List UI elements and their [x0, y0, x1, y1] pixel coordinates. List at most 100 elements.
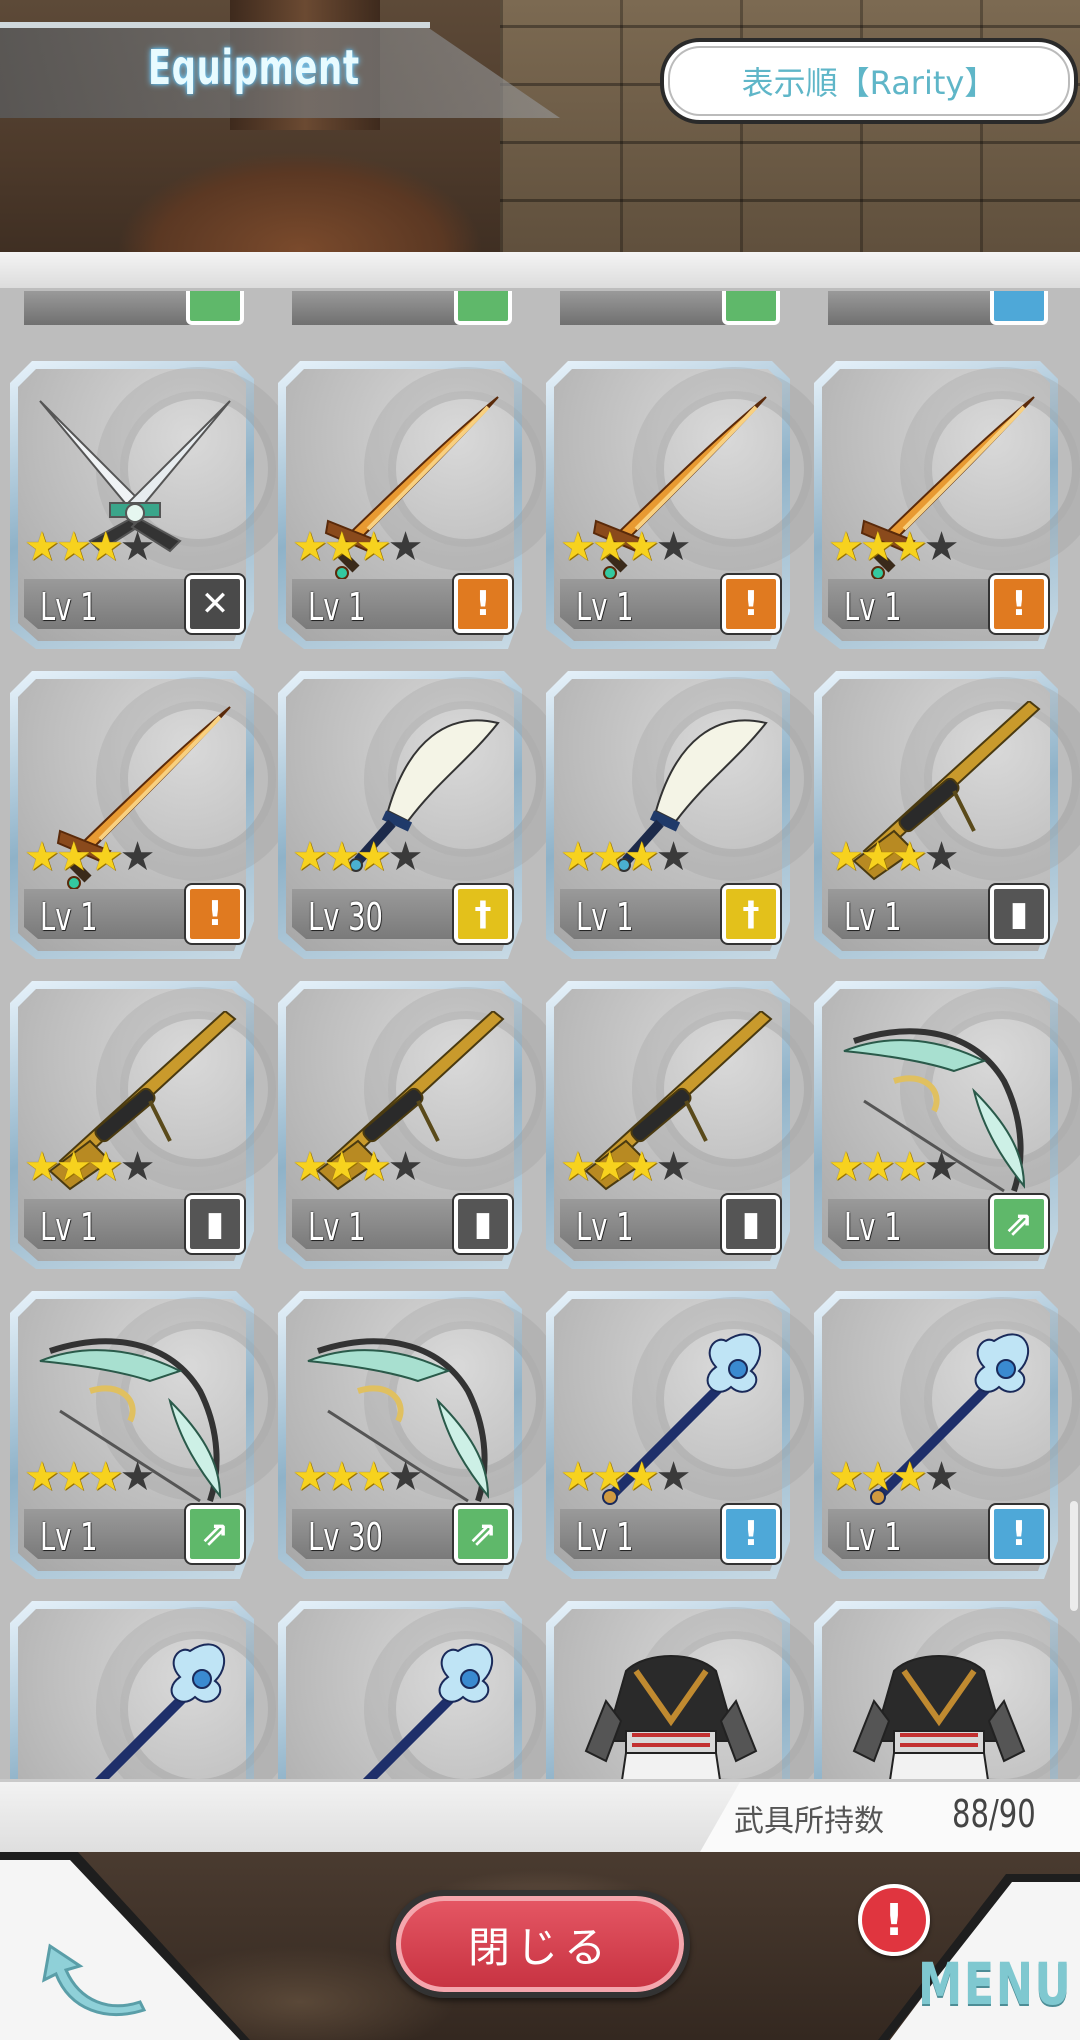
armor-icon [566, 1631, 776, 1779]
star-icon: ★ [323, 834, 360, 880]
star-icon: ★ [560, 1454, 596, 1500]
star-icon: ★ [891, 524, 928, 570]
page-title: Equipment [148, 40, 360, 96]
star-icon: ★ [355, 1144, 392, 1190]
level-label: Lv 1 [576, 1205, 634, 1249]
equipment-card-ice-staff[interactable]: ★★★★ Lv 1 ǃ [546, 1291, 812, 1579]
equipment-card-sniper-rifle[interactable]: ★★★★ Lv 1 ▮ [278, 981, 544, 1269]
back-arrow-icon[interactable] [40, 1940, 150, 2020]
star-icon: ★ [828, 1144, 864, 1190]
alert-badge-icon: ! [858, 1884, 930, 1956]
equipment-card-armor[interactable] [546, 1601, 812, 1779]
scrollbar[interactable] [1070, 1501, 1078, 1611]
close-button[interactable]: 閉じる [390, 1890, 690, 1998]
ice-staff-icon [298, 1631, 508, 1779]
equipment-card-ice-staff[interactable] [10, 1601, 276, 1779]
equipment-card-leaf-bow[interactable]: ★★★★ Lv 30 ⇗ [278, 1291, 544, 1579]
equipment-card-ice-staff[interactable] [278, 1601, 544, 1779]
star-icon: ★ [859, 834, 896, 880]
rarity-stars: ★★★★ [292, 834, 424, 880]
level-label: Lv 1 [40, 1515, 98, 1559]
star-icon: ★ [891, 1454, 928, 1500]
star-icon: ★ [387, 834, 424, 880]
star-icon: ★ [623, 834, 660, 880]
rarity-stars: ★★★★ [828, 524, 960, 570]
star-icon: ★ [591, 834, 628, 880]
equipment-card-twin-swords[interactable]: ★★★★ Lv 1 ✕ [10, 361, 276, 649]
rarity-stars: ★★★★ [560, 524, 692, 570]
star-icon: ★ [891, 834, 928, 880]
rarity-stars: ★★★★ [560, 834, 691, 880]
star-icon: ★ [24, 524, 60, 570]
star-icon: ★ [387, 524, 424, 570]
equipment-card-flame-rapier[interactable]: ★★★★ Lv 1 ǃ [278, 361, 544, 649]
star-icon: ★ [387, 1144, 424, 1190]
level-label: Lv 1 [40, 895, 98, 939]
equipment-card-sniper-rifle[interactable]: ★★★★ Lv 1 ▮ [814, 671, 1080, 959]
star-icon: ★ [560, 1144, 596, 1190]
star-icon: ★ [655, 1454, 692, 1500]
rapier-icon: ǃ [990, 575, 1048, 633]
equipment-card-ice-staff[interactable]: ★★★★ Lv 1 ǃ [814, 1291, 1080, 1579]
equipment-card-leaf-bow[interactable]: ★★★★ Lv 1 ⇗ [10, 1291, 276, 1579]
partial-card[interactable] [10, 291, 254, 331]
dagger-icon: † [454, 885, 512, 943]
star-icon: ★ [119, 1144, 156, 1190]
star-icon: ★ [355, 834, 392, 880]
level-label: Lv 1 [844, 1205, 902, 1249]
star-icon: ★ [923, 524, 960, 570]
star-icon: ★ [24, 834, 60, 880]
menu-label[interactable]: MENU [918, 1950, 1072, 2018]
partial-card[interactable] [278, 291, 522, 331]
staff-icon: ǃ [722, 1505, 780, 1563]
rarity-stars: ★★★★ [560, 1144, 692, 1190]
equipment-card-curved-dagger[interactable]: ★★★★ Lv 1 † [546, 671, 812, 959]
ice-staff-icon [30, 1631, 240, 1779]
rarity-stars: ★★★★ [828, 1454, 959, 1500]
level-label: Lv 1 [576, 895, 634, 939]
equipment-card-flame-rapier[interactable]: ★★★★ Lv 1 ǃ [546, 361, 812, 649]
star-icon: ★ [923, 1144, 960, 1190]
bow-icon: ⇗ [186, 1505, 244, 1563]
equipment-card-curved-dagger[interactable]: ★★★★ Lv 30 † [278, 671, 544, 959]
partial-card[interactable] [814, 291, 1058, 331]
star-icon: ★ [828, 524, 864, 570]
star-icon: ★ [859, 1144, 896, 1190]
sort-order-button[interactable]: 表示順【Rarity】 [660, 38, 1078, 124]
equipment-card-flame-rapier[interactable]: ★★★★ Lv 1 ǃ [814, 361, 1080, 649]
star-icon: ★ [655, 524, 692, 570]
type-badge-icon [186, 291, 244, 325]
star-icon: ★ [591, 1454, 628, 1500]
partial-card[interactable] [546, 291, 790, 331]
star-icon: ★ [24, 1144, 60, 1190]
level-bar [24, 291, 194, 325]
level-label: Lv 1 [576, 1515, 634, 1559]
rarity-stars: ★★★★ [24, 1454, 155, 1500]
star-icon: ★ [623, 524, 660, 570]
level-label: Lv 1 [308, 1205, 366, 1249]
rarity-stars: ★★★★ [828, 1144, 960, 1190]
star-icon: ★ [560, 524, 596, 570]
star-icon: ★ [591, 524, 628, 570]
star-icon: ★ [24, 1454, 60, 1500]
equipment-card-armor[interactable] [814, 1601, 1080, 1779]
star-icon: ★ [292, 834, 328, 880]
rarity-stars: ★★★★ [292, 524, 424, 570]
rarity-stars: ★★★★ [828, 834, 960, 880]
star-icon: ★ [655, 1144, 692, 1190]
star-icon: ★ [87, 834, 124, 880]
star-icon: ★ [923, 834, 960, 880]
star-icon: ★ [87, 1454, 124, 1500]
equipment-card-leaf-bow[interactable]: ★★★★ Lv 1 ⇗ [814, 981, 1080, 1269]
equipment-card-flame-rapier[interactable]: ★★★★ Lv 1 ǃ [10, 671, 276, 959]
equipment-grid[interactable]: ★★★★ Lv 1 ✕ ★★★★ Lv 1 ǃ ★★★★ Lv 1 ǃ ★★★★… [0, 291, 1080, 1779]
star-icon: ★ [292, 1144, 328, 1190]
panel-top-edge [0, 252, 1080, 291]
star-icon: ★ [387, 1454, 424, 1500]
equipment-card-sniper-rifle[interactable]: ★★★★ Lv 1 ▮ [546, 981, 812, 1269]
rapier-icon: ǃ [186, 885, 244, 943]
star-icon: ★ [591, 1144, 628, 1190]
star-icon: ★ [55, 1454, 92, 1500]
equipment-card-sniper-rifle[interactable]: ★★★★ Lv 1 ▮ [10, 981, 276, 1269]
star-icon: ★ [859, 524, 896, 570]
